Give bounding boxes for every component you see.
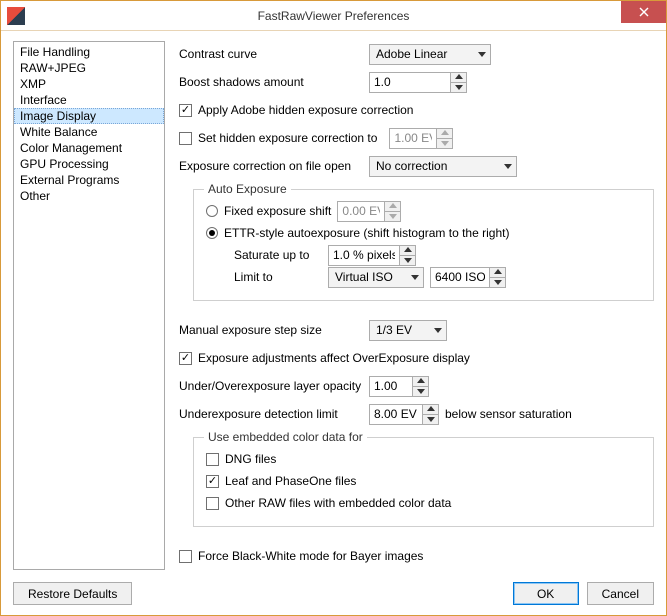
- manual-step-combo[interactable]: 1/3 EV: [369, 320, 447, 341]
- exposure-on-open-label: Exposure correction on file open: [179, 159, 363, 173]
- chevron-down-icon: [478, 47, 486, 61]
- set-hidden-exposure-spinner: [389, 128, 453, 149]
- ok-button[interactable]: OK: [513, 582, 579, 605]
- force-bw-checkbox[interactable]: Force Black-White mode for Bayer images: [179, 549, 423, 563]
- chevron-down-icon: [411, 270, 419, 284]
- exposure-on-open-combo[interactable]: No correction: [369, 156, 517, 177]
- dialog-footer: Restore Defaults OK Cancel: [1, 576, 666, 615]
- restore-defaults-button[interactable]: Restore Defaults: [13, 582, 132, 605]
- limit-to-kind-combo[interactable]: Virtual ISO: [328, 267, 424, 288]
- boost-shadows-spinner[interactable]: [369, 72, 467, 93]
- underexposure-suffix: below sensor saturation: [445, 407, 572, 421]
- saturate-spinner[interactable]: [328, 245, 416, 266]
- contrast-curve-combo[interactable]: Adobe Linear: [369, 44, 491, 65]
- sidebar-item-image-display[interactable]: Image Display: [14, 108, 164, 124]
- saturate-label: Saturate up to: [234, 248, 322, 262]
- chevron-down-icon: [504, 159, 512, 173]
- fixed-exposure-spinner: [337, 201, 401, 222]
- fixed-exposure-radio[interactable]: Fixed exposure shift: [206, 204, 331, 218]
- sidebar-item-external-programs[interactable]: External Programs: [14, 172, 164, 188]
- spin-down-icon[interactable]: [451, 82, 466, 92]
- boost-shadows-label: Boost shadows amount: [179, 75, 363, 89]
- manual-step-label: Manual exposure step size: [179, 323, 363, 337]
- layer-opacity-label: Under/Overexposure layer opacity: [179, 379, 363, 393]
- underexposure-limit-label: Underexposure detection limit: [179, 407, 363, 421]
- set-hidden-exposure-checkbox[interactable]: Set hidden exposure correction to: [179, 131, 377, 145]
- other-raw-checkbox[interactable]: Other RAW files with embedded color data: [206, 496, 451, 510]
- underexposure-limit-spinner[interactable]: [369, 404, 439, 425]
- embedded-color-group: Use embedded color data for DNG files Le…: [193, 437, 654, 527]
- chevron-down-icon: [434, 323, 442, 337]
- dng-checkbox[interactable]: DNG files: [206, 452, 276, 466]
- window-title: FastRawViewer Preferences: [1, 9, 666, 23]
- exposure-affects-over-checkbox[interactable]: Exposure adjustments affect OverExposure…: [179, 351, 470, 365]
- contrast-curve-label: Contrast curve: [179, 47, 363, 61]
- auto-exposure-group: Auto Exposure Fixed exposure shift ETTR-: [193, 189, 654, 301]
- sidebar-item-file-handling[interactable]: File Handling: [14, 44, 164, 60]
- limit-to-label: Limit to: [234, 270, 322, 284]
- sidebar-item-other[interactable]: Other: [14, 188, 164, 204]
- ettr-radio[interactable]: ETTR-style autoexposure (shift histogram…: [206, 226, 509, 240]
- spin-up-icon[interactable]: [451, 73, 466, 82]
- sidebar-item-white-balance[interactable]: White Balance: [14, 124, 164, 140]
- titlebar: FastRawViewer Preferences: [1, 1, 666, 31]
- sidebar-item-interface[interactable]: Interface: [14, 92, 164, 108]
- settings-panel: Contrast curve Adobe Linear Boost shadow…: [179, 41, 654, 570]
- category-sidebar[interactable]: File HandlingRAW+JPEGXMPInterfaceImage D…: [13, 41, 165, 570]
- apply-adobe-hidden-checkbox[interactable]: Apply Adobe hidden exposure correction: [179, 103, 413, 117]
- sidebar-item-raw-jpeg[interactable]: RAW+JPEG: [14, 60, 164, 76]
- layer-opacity-spinner[interactable]: [369, 376, 429, 397]
- sidebar-item-gpu-processing[interactable]: GPU Processing: [14, 156, 164, 172]
- sidebar-item-color-management[interactable]: Color Management: [14, 140, 164, 156]
- preferences-window: FastRawViewer Preferences File HandlingR…: [0, 0, 667, 616]
- cancel-button[interactable]: Cancel: [587, 582, 654, 605]
- sidebar-item-xmp[interactable]: XMP: [14, 76, 164, 92]
- leaf-phaseone-checkbox[interactable]: Leaf and PhaseOne files: [206, 474, 356, 488]
- limit-to-value-spinner[interactable]: [430, 267, 506, 288]
